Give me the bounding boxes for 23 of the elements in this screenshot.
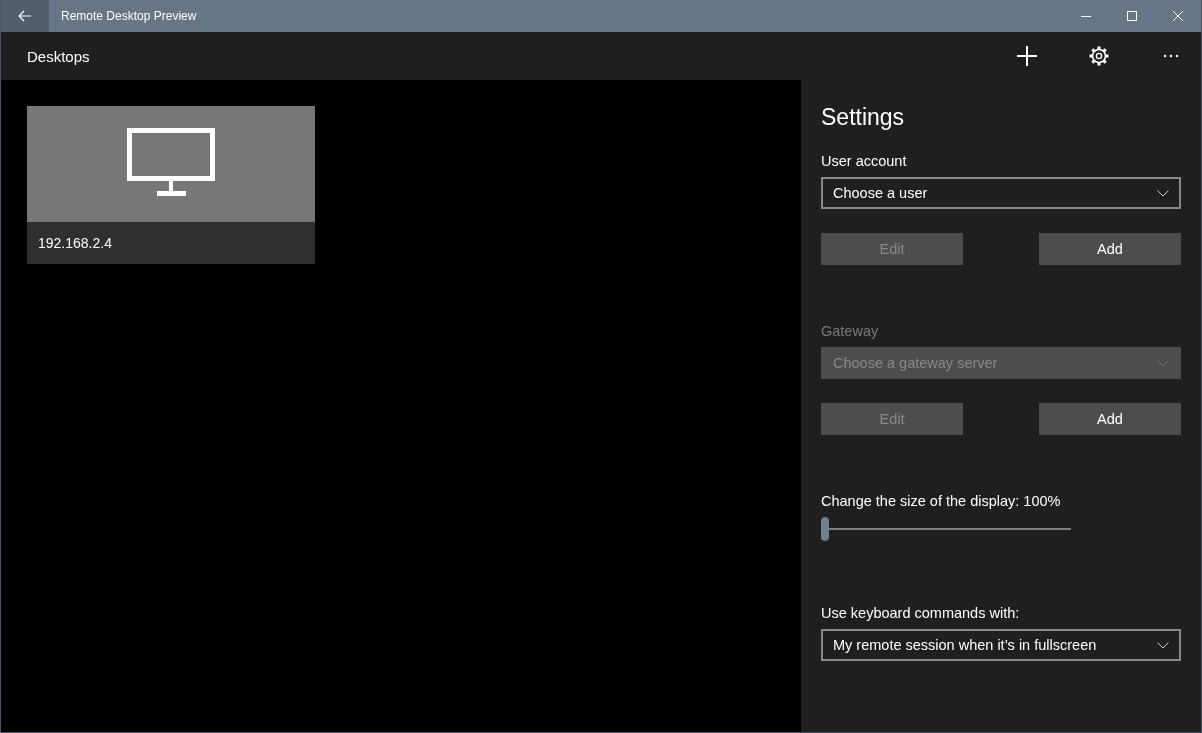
add-button[interactable]: Add [1039, 233, 1181, 265]
back-button[interactable] [1, 0, 49, 32]
window-title: Remote Desktop Preview [61, 9, 197, 23]
plus-icon [1017, 46, 1037, 66]
chevron-down-icon [1157, 189, 1169, 197]
slider-label: Change the size of the display: 100% [821, 493, 1062, 509]
back-arrow-icon [18, 10, 32, 22]
field-label: Use keyboard commands with: [821, 605, 1021, 621]
maximize-icon [1127, 11, 1137, 21]
dropdown[interactable]: Choose a user [821, 177, 1181, 209]
desktop-name: 192.168.2.4 [27, 222, 315, 264]
settings-icon [1089, 46, 1109, 66]
more-icon [1163, 54, 1179, 58]
page-title: Desktops [27, 47, 90, 65]
chevron-down-icon [1157, 359, 1169, 367]
display-size-slider[interactable] [821, 517, 1071, 541]
field-label: Gateway [821, 323, 880, 339]
dropdown[interactable]: My remote session when it’s in fullscreen [821, 629, 1181, 661]
chevron-down-icon [1157, 641, 1169, 649]
settings-title: Settings [821, 104, 906, 131]
close-icon [1173, 11, 1183, 21]
field-label: User account [821, 153, 908, 169]
slider-thumb[interactable] [821, 517, 829, 541]
